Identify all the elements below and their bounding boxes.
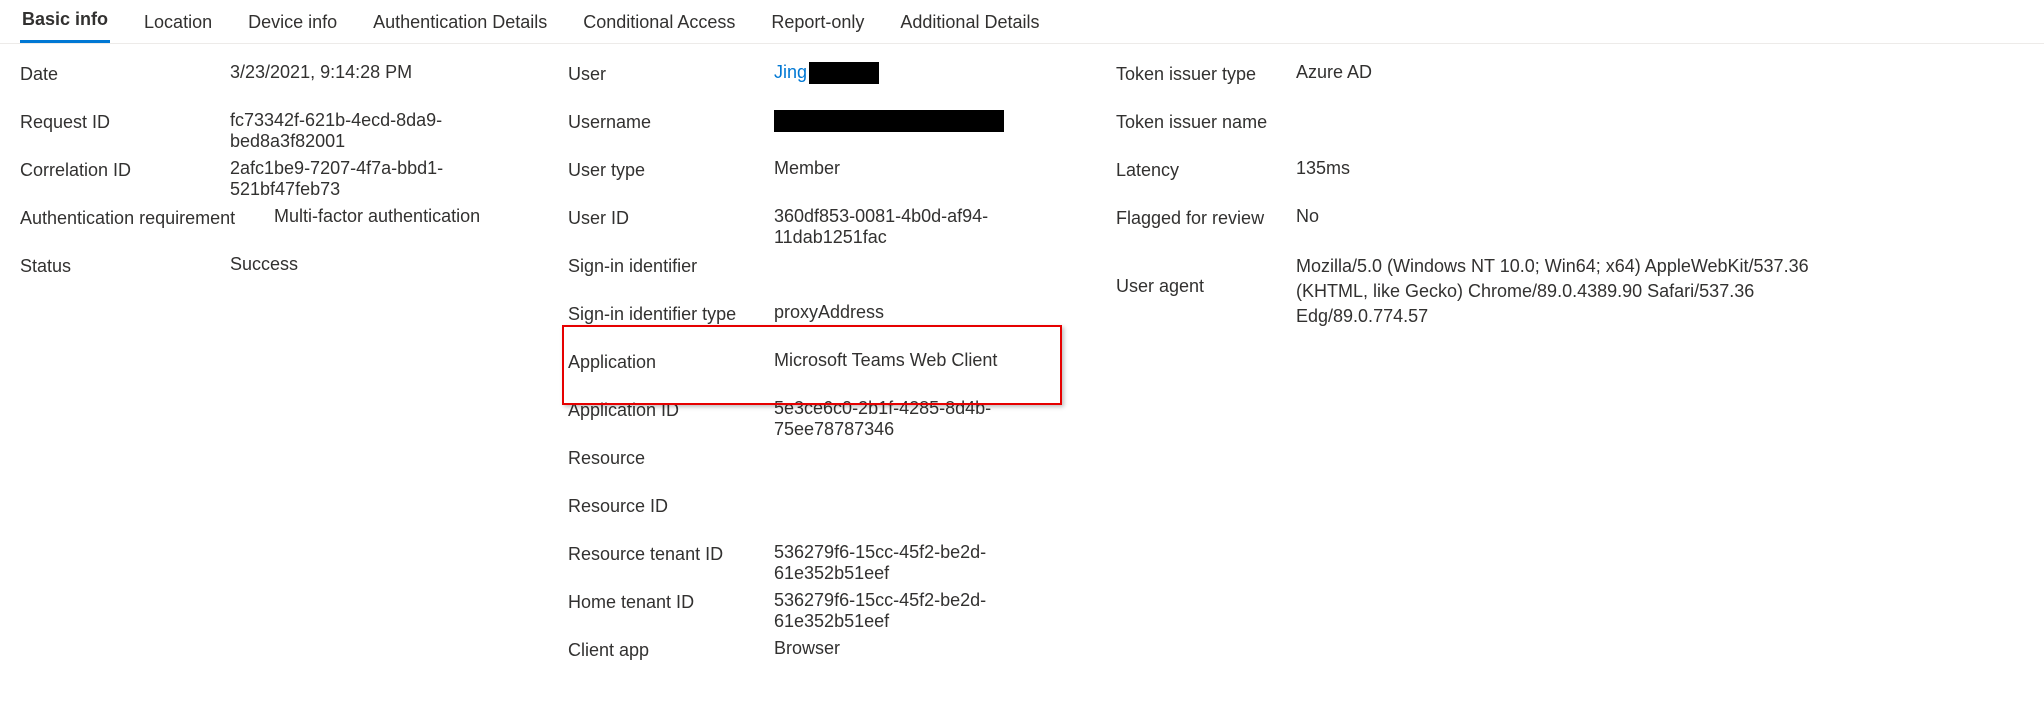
home-tenant-id-label: Home tenant ID <box>568 590 774 613</box>
column-user: User Jing Username User type Member User… <box>568 62 1068 686</box>
resource-tenant-id-value: 536279f6-15cc-45f2-be2d-61e352b51eef <box>774 542 1068 584</box>
user-label: User <box>568 62 774 85</box>
user-value: Jing <box>774 62 1068 84</box>
request-id-value: fc73342f-621b-4ecd-8da9-bed8a3f82001 <box>230 110 520 152</box>
status-value: Success <box>230 254 520 275</box>
flagged-for-review-label: Flagged for review <box>1116 206 1296 229</box>
column-token: Token issuer type Azure AD Token issuer … <box>1116 62 1816 330</box>
auth-requirement-value: Multi-factor authentication <box>274 206 520 227</box>
column-general: Date 3/23/2021, 9:14:28 PM Request ID fc… <box>20 62 520 302</box>
tab-additional-details[interactable]: Additional Details <box>898 12 1041 43</box>
home-tenant-id-value: 536279f6-15cc-45f2-be2d-61e352b51eef <box>774 590 1068 632</box>
user-id-value: 360df853-0081-4b0d-af94-11dab1251fac <box>774 206 1068 248</box>
user-redacted <box>809 62 879 84</box>
client-app-value: Browser <box>774 638 1068 659</box>
status-label: Status <box>20 254 230 277</box>
user-type-value: Member <box>774 158 1068 179</box>
token-issuer-type-label: Token issuer type <box>1116 62 1296 85</box>
latency-value: 135ms <box>1296 158 1816 179</box>
correlation-id-value: 2afc1be9-7207-4f7a-bbd1-521bf47feb73 <box>230 158 520 200</box>
resource-tenant-id-label: Resource tenant ID <box>568 542 774 565</box>
application-label: Application <box>568 350 774 373</box>
tab-authentication-details[interactable]: Authentication Details <box>371 12 549 43</box>
token-issuer-name-label: Token issuer name <box>1116 110 1296 133</box>
token-issuer-type-value: Azure AD <box>1296 62 1816 83</box>
latency-label: Latency <box>1116 158 1296 181</box>
user-id-label: User ID <box>568 206 774 229</box>
tab-report-only[interactable]: Report-only <box>769 12 866 43</box>
tab-basic-info[interactable]: Basic info <box>20 9 110 43</box>
username-label: Username <box>568 110 774 133</box>
signin-identifier-type-value: proxyAddress <box>774 302 1068 323</box>
signin-identifier-label: Sign-in identifier <box>568 254 774 277</box>
application-id-value: 5e3ce6c0-2b1f-4285-8d4b-75ee78787346 <box>774 398 1068 440</box>
signin-identifier-type-label: Sign-in identifier type <box>568 302 774 325</box>
date-value: 3/23/2021, 9:14:28 PM <box>230 62 520 83</box>
user-type-label: User type <box>568 158 774 181</box>
user-link[interactable]: Jing <box>774 62 807 82</box>
request-id-label: Request ID <box>20 110 230 133</box>
tab-location[interactable]: Location <box>142 12 214 43</box>
detail-tabs: Basic info Location Device info Authenti… <box>0 0 2044 44</box>
user-agent-value: Mozilla/5.0 (Windows NT 10.0; Win64; x64… <box>1296 254 1816 330</box>
basic-info-panel: Date 3/23/2021, 9:14:28 PM Request ID fc… <box>0 44 2044 704</box>
client-app-label: Client app <box>568 638 774 661</box>
tab-device-info[interactable]: Device info <box>246 12 339 43</box>
tab-conditional-access[interactable]: Conditional Access <box>581 12 737 43</box>
correlation-id-label: Correlation ID <box>20 158 230 181</box>
flagged-for-review-value: No <box>1296 206 1816 227</box>
username-redacted <box>774 110 1004 132</box>
auth-requirement-label: Authentication requirement <box>20 206 274 229</box>
application-value: Microsoft Teams Web Client <box>774 350 1068 371</box>
username-value <box>774 110 1068 132</box>
date-label: Date <box>20 62 230 85</box>
resource-id-label: Resource ID <box>568 494 774 517</box>
user-agent-label: User agent <box>1116 254 1296 297</box>
resource-label: Resource <box>568 446 774 469</box>
application-id-label: Application ID <box>568 398 774 421</box>
